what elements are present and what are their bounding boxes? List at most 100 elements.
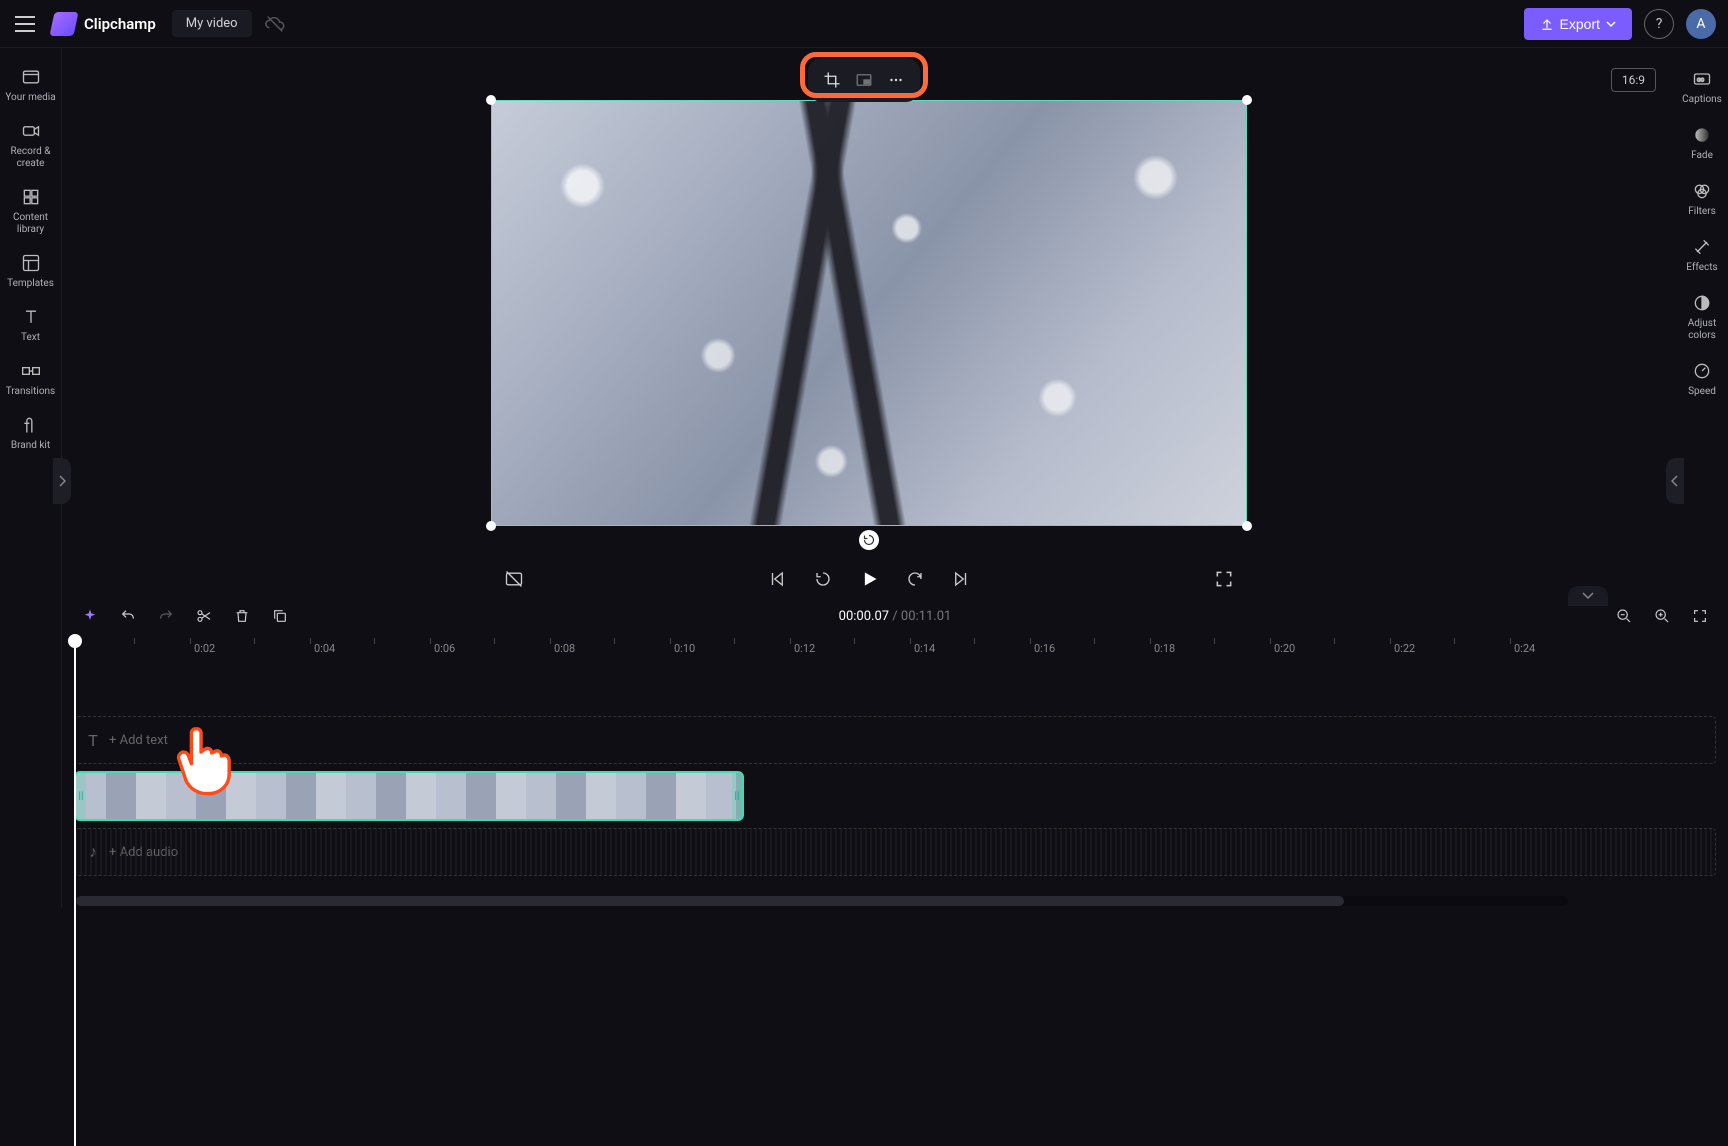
resize-handle-tr[interactable] [1242, 95, 1252, 105]
sidebar-item-templates[interactable]: Templates [0, 244, 61, 298]
sidebar-item-transitions[interactable]: Transitions [0, 352, 61, 406]
pip-icon [855, 71, 873, 89]
scissors-icon [196, 608, 212, 624]
sidebar-item-record-create[interactable]: Record & create [0, 112, 61, 178]
video-preview-canvas[interactable] [491, 100, 1247, 526]
sidebar-item-brand-kit[interactable]: Brand kit [0, 406, 61, 460]
text-track-placeholder: + Add text [109, 733, 168, 748]
svg-text:cc: cc [1697, 76, 1704, 84]
zoom-out-button[interactable] [1612, 604, 1636, 628]
fullscreen-button[interactable] [1207, 562, 1241, 596]
pip-button[interactable] [850, 66, 878, 94]
sidebar-item-speed[interactable]: Speed [1676, 352, 1728, 406]
sidebar-label: Templates [7, 278, 54, 290]
forward-button[interactable] [898, 562, 932, 596]
sidebar-item-fade[interactable]: Fade [1676, 116, 1728, 170]
fit-icon [1692, 608, 1708, 624]
brand-name: Clipchamp [84, 15, 156, 33]
cloud-sync-off-icon[interactable] [264, 13, 286, 35]
sidebar-item-your-media[interactable]: Your media [0, 58, 61, 112]
contrast-icon [1691, 292, 1713, 314]
auto-button[interactable] [78, 604, 102, 628]
effects-icon [1691, 236, 1713, 258]
sidebar-item-adjust-colors[interactable]: Adjust colors [1676, 284, 1728, 350]
resize-handle-tl[interactable] [486, 95, 496, 105]
text-track[interactable]: T + Add text [74, 716, 1716, 764]
rotate-icon [863, 534, 875, 546]
ruler-tick: 0:12 [794, 642, 815, 655]
clip-floating-toolbar [808, 58, 920, 102]
zoom-in-button[interactable] [1650, 604, 1674, 628]
camera-icon [20, 120, 42, 142]
ruler-tick: 0:22 [1394, 642, 1415, 655]
timeline-toolbar: 00:00.07 / 00:11.01 [62, 596, 1728, 636]
timeline-timecode: 00:00.07 / 00:11.01 [839, 609, 952, 624]
fade-icon [1691, 124, 1713, 146]
delete-button[interactable] [230, 604, 254, 628]
speed-icon [1691, 360, 1713, 382]
export-button[interactable]: Export [1524, 8, 1632, 40]
undo-button[interactable] [116, 604, 140, 628]
resize-handle-br[interactable] [1242, 521, 1252, 531]
ruler-tick: 0:18 [1154, 642, 1175, 655]
sidebar-label: Content library [2, 212, 59, 236]
video-track[interactable]: || || [74, 770, 1716, 822]
sidebar-item-content-library[interactable]: Content library [0, 178, 61, 244]
play-icon [859, 569, 879, 589]
redo-icon [158, 608, 174, 624]
preview-content [492, 101, 1246, 525]
prev-frame-button[interactable] [760, 562, 794, 596]
captions-icon: cc [1691, 68, 1713, 90]
play-button[interactable] [852, 562, 886, 596]
filters-icon [1691, 180, 1713, 202]
time-separator: / [889, 609, 901, 624]
sidebar-label: Record & create [2, 146, 59, 170]
sidebar-label: Speed [1688, 386, 1716, 398]
more-button[interactable] [882, 66, 910, 94]
upload-icon [1540, 17, 1554, 31]
text-track-icon: T [85, 731, 101, 750]
sidebar-item-captions[interactable]: cc Captions [1676, 60, 1728, 114]
user-avatar[interactable]: A [1686, 9, 1716, 39]
playhead[interactable] [74, 640, 76, 1146]
clip-trim-right[interactable]: || [732, 773, 742, 819]
zoom-out-icon [1616, 608, 1632, 624]
audio-waveform [75, 829, 1715, 875]
split-button[interactable] [192, 604, 216, 628]
sidebar-label: Adjust colors [1676, 318, 1728, 342]
rewind-button[interactable] [806, 562, 840, 596]
fit-button[interactable] [1688, 604, 1712, 628]
next-frame-button[interactable] [944, 562, 978, 596]
sidebar-label: Fade [1691, 150, 1713, 162]
sidebar-item-filters[interactable]: Filters [1676, 172, 1728, 226]
resize-handle-bl[interactable] [486, 521, 496, 531]
rewind-icon [814, 570, 832, 588]
sidebar-item-text[interactable]: Text [0, 298, 61, 352]
trash-icon [234, 608, 250, 624]
timeline-ruler[interactable]: 0:020:040:060:080:100:120:140:160:180:20… [74, 636, 1716, 666]
duplicate-button[interactable] [268, 604, 292, 628]
help-button[interactable]: ? [1644, 9, 1674, 39]
redo-button[interactable] [154, 604, 178, 628]
timeline-scrollbar[interactable] [76, 896, 1568, 906]
brand-logo: Clipchamp [52, 12, 156, 36]
project-name-field[interactable]: My video [172, 10, 252, 37]
undo-icon [120, 608, 136, 624]
templates-icon [20, 252, 42, 274]
clip-trim-left[interactable]: || [76, 773, 86, 819]
video-clip[interactable]: || || [74, 771, 744, 821]
hide-preview-button[interactable] [497, 562, 531, 596]
ruler-tick: 0:08 [554, 642, 575, 655]
sidebar-item-effects[interactable]: Effects [1676, 228, 1728, 282]
menu-button[interactable] [12, 11, 38, 37]
ruler-tick: 0:20 [1274, 642, 1295, 655]
sparkle-icon [82, 608, 98, 624]
preview-area [62, 48, 1676, 596]
audio-track[interactable]: ♪ + Add audio [74, 828, 1716, 876]
copy-icon [272, 608, 288, 624]
crop-button[interactable] [818, 66, 846, 94]
rotate-handle[interactable] [859, 530, 879, 550]
player-controls [491, 562, 1247, 596]
sidebar-label: Text [21, 332, 40, 344]
left-sidebar: Your media Record & create Content libra… [0, 48, 62, 908]
